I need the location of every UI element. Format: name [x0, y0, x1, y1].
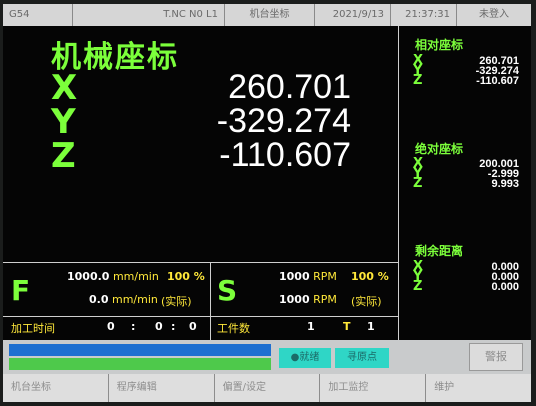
alarm-button[interactable]: 警报	[469, 343, 523, 371]
spindle-label: S	[217, 274, 238, 307]
vertical-divider	[398, 26, 399, 340]
process-seconds: 0	[189, 320, 197, 333]
softkey-offset-settings[interactable]: 偏置/设定	[214, 374, 321, 402]
feed-unit: mm/min	[112, 270, 159, 283]
current-view: 机台坐标	[225, 4, 315, 26]
absolute-axes: XYZ	[413, 156, 424, 191]
remaining-values: 0.000 0.000 0.000	[491, 262, 519, 293]
feed-actual-value: 0.0	[89, 293, 109, 306]
axis-z-label: Z	[51, 136, 76, 176]
feed-actual-label: (实际)	[161, 295, 192, 308]
relative-coords-title: 相对座标	[415, 38, 464, 52]
spindle-override: 100 %	[351, 270, 389, 283]
date: 2021/9/13	[315, 4, 391, 26]
time-separator-1: :	[131, 320, 136, 333]
machine-z-value: -110.607	[219, 136, 351, 174]
program-info: T.NC N0 L1	[73, 4, 225, 26]
progress-bar-blue	[9, 344, 271, 356]
workpiece-count: 1	[307, 320, 315, 333]
time: 21:37:31	[391, 4, 457, 26]
time-separator-2: :	[171, 320, 176, 333]
remaining-z: 0.000	[491, 281, 519, 293]
process-time-label: 加工时间	[11, 322, 55, 335]
spindle-set-row: 1000 RPM	[279, 270, 337, 283]
progress-bar-green	[9, 358, 271, 370]
spindle-actual-value: 1000	[279, 293, 310, 306]
absolute-z: 9.993	[491, 178, 519, 190]
process-hours: 0	[107, 320, 115, 333]
feed-set-row: 1000.0 mm/min	[67, 270, 159, 283]
relative-z: -110.607	[476, 75, 519, 87]
feed-label: F	[11, 274, 31, 307]
ready-indicator: ●就绪	[279, 348, 331, 368]
remaining-distance-title: 剩余距离	[415, 244, 464, 258]
softkey-bar: 机台坐标 程序编辑 偏置/设定 加工监控 维护	[3, 374, 531, 402]
softkey-program-edit[interactable]: 程序编辑	[108, 374, 215, 402]
tool-number: 1	[367, 320, 375, 333]
softkey-machine-coords[interactable]: 机台坐标	[3, 374, 109, 402]
softkey-process-monitor[interactable]: 加工监控	[320, 374, 427, 402]
relative-axes: XYZ	[413, 53, 424, 88]
relative-values: 260.701 -329.274 -110.607	[476, 56, 519, 87]
home-button[interactable]: 寻原点	[335, 348, 389, 368]
feed-override: 100 %	[167, 270, 205, 283]
coord-system: G54	[3, 4, 73, 26]
spindle-unit: RPM	[313, 270, 337, 283]
process-minutes: 0	[155, 320, 163, 333]
top-status-bar: G54 T.NC N0 L1 机台坐标 2021/9/13 21:37:31 未…	[3, 4, 531, 26]
workpiece-label: 工件数	[217, 322, 250, 335]
absolute-coords-title: 绝对座标	[415, 142, 464, 156]
absolute-values: 200.001 -2.999 9.993	[479, 159, 519, 190]
horizontal-divider	[3, 262, 398, 263]
cnc-screen: G54 T.NC N0 L1 机台坐标 2021/9/13 21:37:31 未…	[3, 4, 531, 402]
feed-set-value: 1000.0	[67, 270, 110, 283]
spindle-unit-2: RPM	[313, 293, 337, 306]
softkey-maintenance[interactable]: 维护	[426, 374, 531, 402]
tool-label: T	[343, 320, 351, 333]
spindle-actual-row: 1000 RPM	[279, 293, 337, 306]
login-status[interactable]: 未登入	[457, 4, 531, 26]
remaining-axes: XYZ	[413, 259, 424, 294]
status-bar-area: ●就绪 寻原点 警报	[3, 340, 531, 374]
feed-actual-row: 0.0 mm/min	[89, 293, 158, 306]
feed-unit-2: mm/min	[112, 293, 158, 306]
feed-spindle-divider	[210, 262, 211, 340]
spindle-actual-label: (实际)	[351, 295, 382, 308]
spindle-set-value: 1000	[279, 270, 310, 283]
horizontal-divider-2	[3, 316, 398, 317]
